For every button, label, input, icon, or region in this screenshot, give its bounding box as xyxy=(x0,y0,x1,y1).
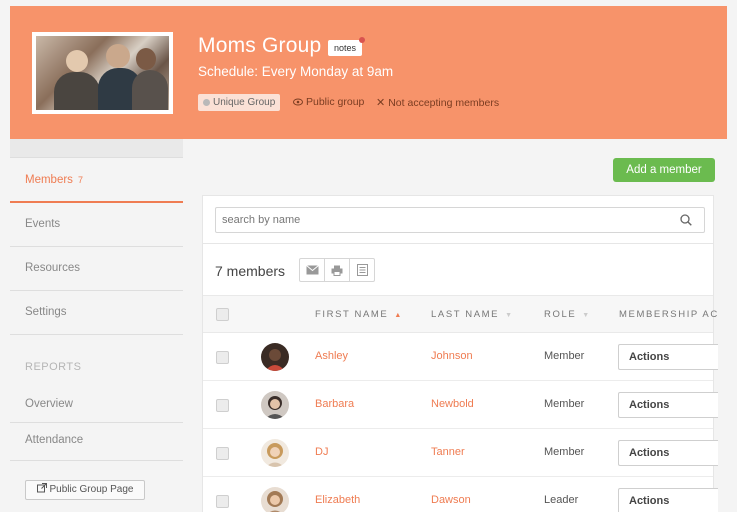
search-icon[interactable] xyxy=(680,214,692,226)
column-label: FIRST NAME xyxy=(315,309,389,320)
column-role[interactable]: ROLE ▼ xyxy=(544,309,591,320)
actions-dropdown[interactable]: Actions xyxy=(618,344,718,370)
column-first-name[interactable]: FIRST NAME ▲ xyxy=(315,309,403,320)
last-name-link[interactable]: Tanner xyxy=(431,446,465,458)
not-accepting-label: Not accepting members xyxy=(388,97,500,109)
table-row: Barbara Newbold Member Actions xyxy=(203,381,718,429)
eye-icon xyxy=(293,98,303,106)
last-name-link[interactable]: Johnson xyxy=(431,350,473,362)
sidebar-item-overview[interactable]: Overview xyxy=(25,398,73,410)
group-title: Moms Group xyxy=(198,34,322,57)
print-button[interactable] xyxy=(325,259,350,281)
sidebar-item-settings[interactable]: Settings xyxy=(10,291,183,335)
public-group-label: Public group xyxy=(306,96,365,108)
actions-dropdown[interactable]: Actions xyxy=(618,440,718,466)
email-button[interactable] xyxy=(300,259,325,281)
divider xyxy=(10,460,183,461)
sidebar-item-members[interactable]: Members 7 xyxy=(10,158,183,203)
divider xyxy=(10,422,183,423)
add-member-button[interactable]: Add a member xyxy=(613,158,715,182)
sidebar-item-label: Events xyxy=(25,218,61,230)
avatar xyxy=(261,391,289,419)
divider xyxy=(203,243,713,244)
public-group-page-button[interactable]: Public Group Page xyxy=(25,480,145,500)
avatar xyxy=(261,439,289,467)
dot-icon xyxy=(203,99,210,106)
members-count-label: 7 members xyxy=(215,263,286,279)
actions-dropdown[interactable]: Actions xyxy=(618,392,718,418)
sidebar-item-label: Settings xyxy=(25,306,67,318)
notes-badge[interactable]: notes xyxy=(328,37,366,56)
members-panel: 7 members xyxy=(202,195,718,512)
reports-heading: REPORTS xyxy=(25,361,82,373)
sidebar-item-label: Resources xyxy=(25,262,80,274)
row-checkbox[interactable] xyxy=(216,351,229,364)
sidebar-item-events[interactable]: Events xyxy=(10,203,183,247)
avatar xyxy=(261,487,289,512)
last-name-link[interactable]: Newbold xyxy=(431,398,474,410)
printer-icon xyxy=(331,265,343,276)
sort-icon: ▼ xyxy=(582,312,591,319)
sidebar-top-strip xyxy=(10,139,183,158)
row-checkbox[interactable] xyxy=(216,495,229,508)
public-group-status: Public group xyxy=(293,96,364,108)
table-header: FIRST NAME ▲ LAST NAME ▼ ROLE ▼ MEMBERSHIP … xyxy=(203,295,717,333)
first-name-link[interactable]: DJ xyxy=(315,446,328,458)
page: Moms Group notes Schedule: Every Monday … xyxy=(0,0,737,512)
unique-group-tag: Unique Group xyxy=(198,94,281,111)
envelope-icon xyxy=(305,265,319,275)
x-icon: ✕ xyxy=(376,97,386,109)
not-accepting-status: ✕ Not accepting members xyxy=(376,96,499,109)
first-name-link[interactable]: Elizabeth xyxy=(315,494,360,506)
table-row: Elizabeth Dawson Leader Actions xyxy=(203,477,718,512)
avatar xyxy=(261,343,289,371)
sort-icon: ▼ xyxy=(505,312,514,319)
notes-badge-label: notes xyxy=(334,43,357,53)
sort-up-icon: ▲ xyxy=(394,312,403,319)
role-text: Member xyxy=(544,350,585,362)
spreadsheet-icon xyxy=(356,264,368,276)
table-row: DJ Tanner Member Actions xyxy=(203,429,718,477)
sidebar-item-label: Members xyxy=(25,174,73,186)
members-count-badge: 7 xyxy=(77,175,83,185)
first-name-link[interactable]: Ashley xyxy=(315,350,348,362)
search-input[interactable] xyxy=(216,208,656,232)
unique-group-label: Unique Group xyxy=(213,97,276,108)
column-label: MEMBERSHIP AC xyxy=(619,309,719,320)
group-schedule: Schedule: Every Monday at 9am xyxy=(198,64,394,79)
first-name-link[interactable]: Barbara xyxy=(315,398,354,410)
notification-dot xyxy=(359,37,366,43)
row-checkbox[interactable] xyxy=(216,399,229,412)
last-name-link[interactable]: Dawson xyxy=(431,494,471,506)
export-button[interactable] xyxy=(350,259,374,281)
group-header: Moms Group notes Schedule: Every Monday … xyxy=(10,6,727,139)
column-label: LAST NAME xyxy=(431,309,500,320)
sidebar-item-resources[interactable]: Resources xyxy=(10,247,183,291)
select-all-checkbox[interactable] xyxy=(216,308,229,321)
export-toolbar xyxy=(299,258,375,282)
role-text: Member xyxy=(544,398,585,410)
role-text: Leader xyxy=(544,494,579,506)
group-photo xyxy=(32,32,173,114)
public-group-page-label: Public Group Page xyxy=(49,484,134,495)
row-checkbox[interactable] xyxy=(216,447,229,460)
table-row: Ashley Johnson Member Actions xyxy=(203,333,718,381)
sidebar-item-attendance[interactable]: Attendance xyxy=(25,434,83,446)
sidebar: Members 7 Events Resources Settings REPOR… xyxy=(10,139,183,512)
column-membership-actions: MEMBERSHIP AC xyxy=(619,309,719,320)
actions-dropdown[interactable]: Actions xyxy=(618,488,718,512)
column-label: ROLE xyxy=(544,309,577,320)
search-box xyxy=(215,207,705,233)
column-last-name[interactable]: LAST NAME ▼ xyxy=(431,309,514,320)
role-text: Member xyxy=(544,446,585,458)
external-link-icon xyxy=(36,483,47,493)
